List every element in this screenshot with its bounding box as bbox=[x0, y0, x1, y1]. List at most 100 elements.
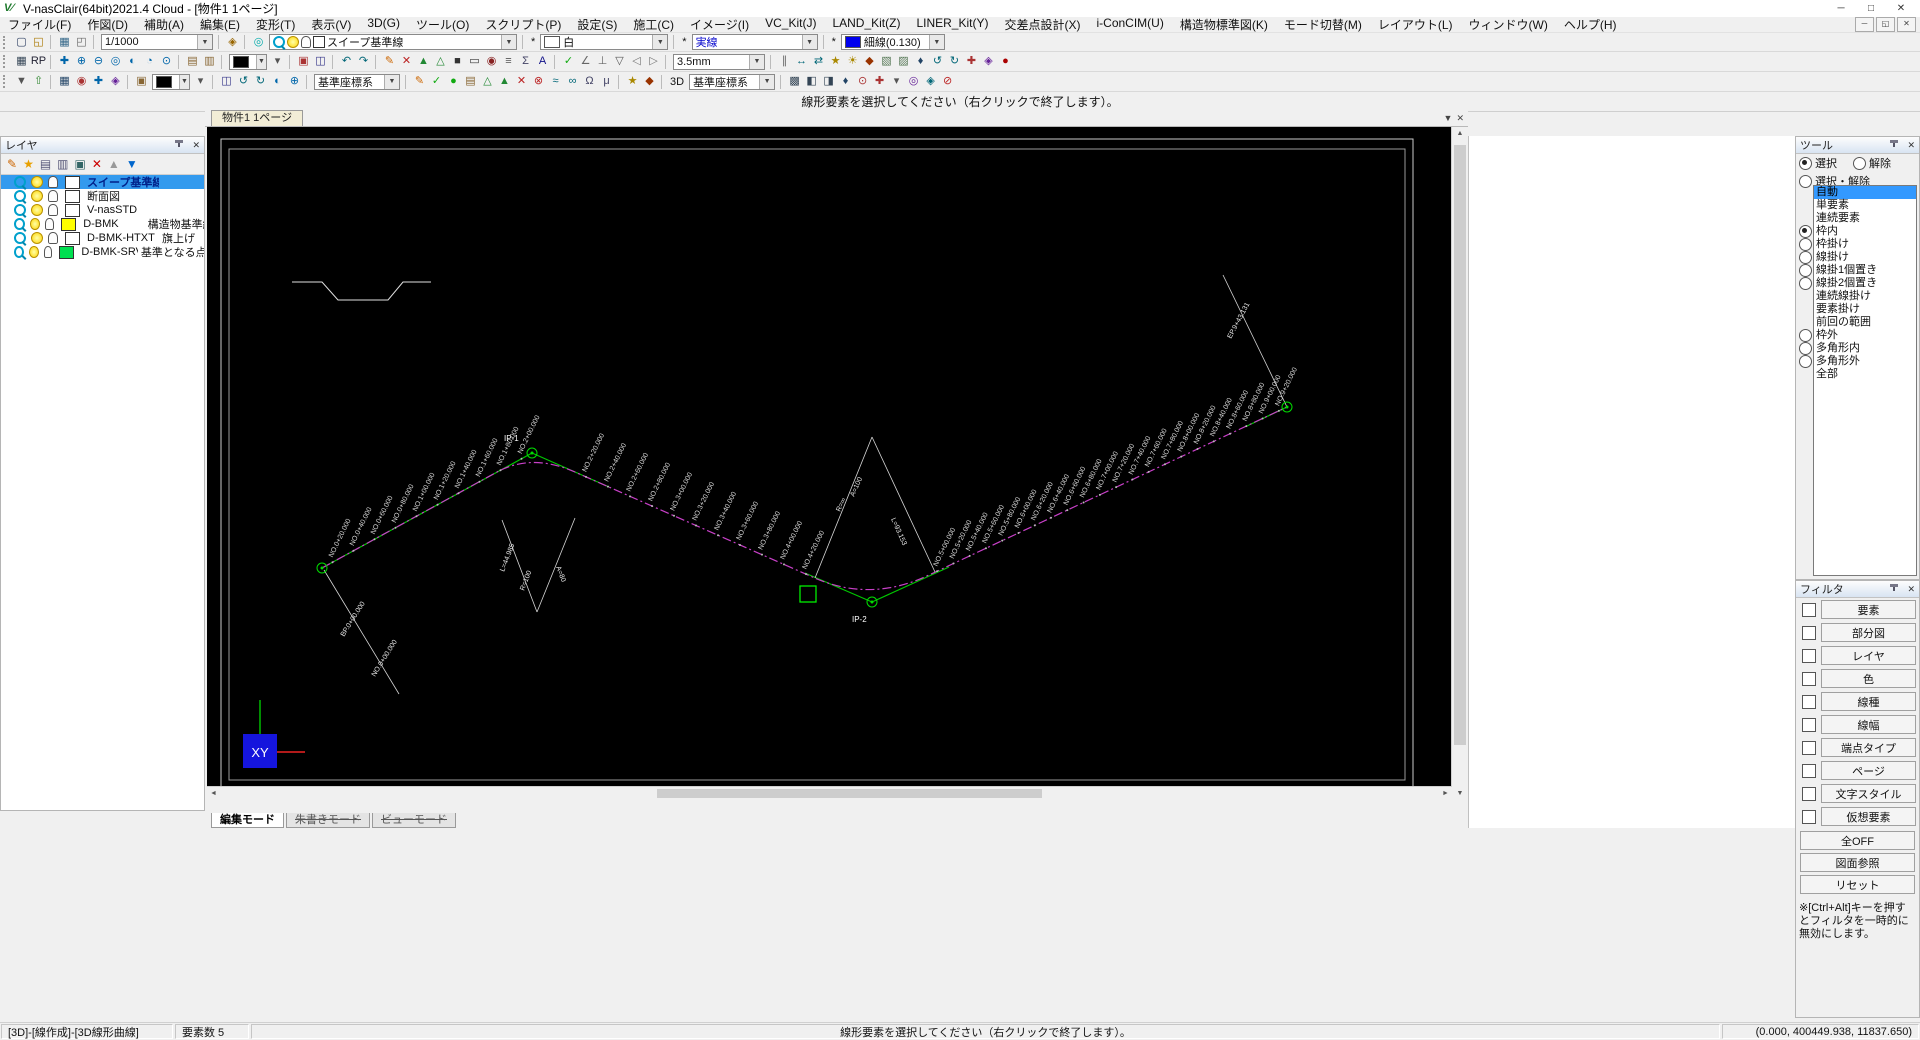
add-layer-icon[interactable]: ▤ bbox=[40, 157, 51, 171]
radio-icon[interactable] bbox=[1799, 251, 1812, 264]
checkbox[interactable] bbox=[1802, 694, 1816, 709]
toolbar-icon[interactable]: ● bbox=[997, 53, 1014, 70]
cross-section-shape[interactable] bbox=[292, 281, 431, 301]
open-file-icon[interactable]: ◱ bbox=[30, 34, 47, 51]
filter-button[interactable]: 文字スタイル bbox=[1821, 784, 1916, 803]
toolbar-icon[interactable]: ⊥ bbox=[594, 53, 611, 70]
tangent-lines[interactable] bbox=[321, 406, 1288, 603]
swatch-combo[interactable]: ▼ bbox=[229, 53, 267, 70]
edit-pencil-icon[interactable]: ✎ bbox=[7, 157, 17, 171]
toolbar-icon[interactable]: ▲ bbox=[496, 73, 513, 90]
chevron-down-icon[interactable]: ▼ bbox=[384, 74, 399, 89]
toolbar-icon[interactable]: ⇧ bbox=[30, 73, 47, 90]
print-preview-icon[interactable]: ◰ bbox=[73, 34, 90, 51]
lightbulb-icon[interactable] bbox=[31, 204, 43, 216]
selection-method-item[interactable]: 多角形内 bbox=[1814, 342, 1916, 355]
lightbulb-icon[interactable] bbox=[31, 190, 43, 202]
toolbar-icon[interactable]: ≡ bbox=[500, 53, 517, 70]
toolbar-icon[interactable]: ◫ bbox=[218, 73, 235, 90]
toolbar-icon[interactable]: ✚ bbox=[90, 73, 107, 90]
toolbar-icon[interactable]: Σ bbox=[517, 53, 534, 70]
toolbar-icon[interactable]: ✓ bbox=[560, 53, 577, 70]
toolbar-icon[interactable]: ◆ bbox=[641, 73, 658, 90]
toolbar-icon[interactable]: ★ bbox=[827, 53, 844, 70]
coord-system-1-combo[interactable]: 基準座標系 ▼ bbox=[314, 73, 400, 90]
close-button[interactable]: ✕ bbox=[1886, 1, 1916, 16]
menu-item[interactable]: LINER_Kit(Y) bbox=[908, 16, 996, 33]
checkbox[interactable] bbox=[1802, 740, 1816, 755]
selection-method-item[interactable]: 前回の範囲 bbox=[1814, 316, 1916, 329]
toolbar-icon[interactable]: ∠ bbox=[577, 53, 594, 70]
linetype-combo[interactable]: 実線 ▼ bbox=[691, 34, 818, 50]
toolbar-icon[interactable]: ⊗ bbox=[530, 73, 547, 90]
menu-item[interactable]: 補助(A) bbox=[136, 16, 192, 33]
toolbar-icon[interactable]: ◔ bbox=[141, 53, 158, 70]
toolbar-icon[interactable]: ▾ bbox=[192, 73, 209, 90]
alignment-point-markers[interactable] bbox=[316, 401, 1293, 608]
layer-settings-icon[interactable]: ◈ bbox=[224, 34, 241, 51]
filter-button[interactable]: 仮想要素 bbox=[1821, 807, 1916, 826]
toolbar-icon[interactable]: ✎ bbox=[411, 73, 428, 90]
mode-tab[interactable]: ビューモード bbox=[372, 813, 456, 828]
toolbar-icon[interactable]: ▾ bbox=[269, 53, 286, 70]
pin-icon[interactable] bbox=[174, 140, 184, 150]
filter-action-button[interactable]: 全OFF bbox=[1800, 831, 1915, 850]
filter-button[interactable]: 要素 bbox=[1821, 600, 1916, 619]
radio-icon[interactable] bbox=[1799, 342, 1812, 355]
menu-item[interactable]: 変形(T) bbox=[248, 16, 303, 33]
layer-row[interactable]: V-nasSTD bbox=[1, 203, 204, 217]
magnifier-icon[interactable] bbox=[14, 190, 26, 202]
magnifier-icon[interactable] bbox=[14, 246, 25, 258]
radio-icon[interactable] bbox=[1799, 355, 1812, 368]
chevron-down-icon[interactable]: ▼ bbox=[801, 35, 817, 49]
filter-action-button[interactable]: 図面参照 bbox=[1800, 853, 1915, 872]
toolbar-icon[interactable]: ↔ bbox=[793, 53, 810, 70]
menu-item[interactable]: 交差点設計(X) bbox=[996, 16, 1088, 33]
layer-row[interactable]: D-BMK-HTXT 旗上げ bbox=[1, 231, 204, 245]
toolbar-icon[interactable]: ▦ bbox=[56, 73, 73, 90]
swatch-combo[interactable]: ▼ bbox=[152, 73, 190, 90]
toolbar-icon[interactable]: ▲ bbox=[415, 53, 432, 70]
menu-item[interactable]: i-ConCIM(U) bbox=[1088, 16, 1171, 33]
filter-button[interactable]: 線幅 bbox=[1821, 715, 1916, 734]
radio-icon[interactable] bbox=[1799, 238, 1812, 251]
checkbox[interactable] bbox=[1802, 717, 1816, 732]
chevron-down-icon[interactable]: ▼ bbox=[197, 35, 212, 49]
toolbar-icon[interactable]: △ bbox=[432, 53, 449, 70]
chevron-down-icon[interactable]: ▼ bbox=[256, 54, 266, 69]
toolbar-icon[interactable]: ⊕ bbox=[286, 73, 303, 90]
menu-item[interactable]: 編集(E) bbox=[192, 16, 248, 33]
toolbar-icon[interactable]: ↶ bbox=[338, 53, 355, 70]
magnifier-icon[interactable] bbox=[14, 204, 26, 216]
print-icon[interactable]: ▦ bbox=[56, 34, 73, 51]
magnifier-icon[interactable] bbox=[14, 176, 26, 188]
lightbulb-icon[interactable] bbox=[29, 218, 41, 230]
horizontal-scroll-thumb[interactable] bbox=[657, 789, 1042, 798]
toolbar-icon[interactable]: ∞ bbox=[564, 73, 581, 90]
pin-icon[interactable] bbox=[1889, 140, 1899, 150]
chevron-down-icon[interactable]: ▼ bbox=[179, 74, 189, 89]
chevron-down-icon[interactable]: ▼ bbox=[749, 54, 764, 69]
toolbar-icon[interactable]: ◉ bbox=[483, 53, 500, 70]
filter-button[interactable]: 色 bbox=[1821, 669, 1916, 688]
scroll-up-icon[interactable]: ▲ bbox=[1452, 127, 1468, 140]
toolbar-icon[interactable]: ▦ bbox=[13, 53, 30, 70]
layer-row[interactable]: D-BMK構造物基準線 bbox=[1, 217, 204, 231]
hand-icon[interactable] bbox=[48, 176, 58, 188]
toolbar-icon[interactable]: ◧ bbox=[803, 73, 820, 90]
toolbar-icon[interactable]: ✚ bbox=[871, 73, 888, 90]
menu-item[interactable]: ヘルプ(H) bbox=[1556, 16, 1625, 33]
toolbar-icon[interactable]: ♦ bbox=[912, 53, 929, 70]
selection-method-item[interactable]: 全部 bbox=[1814, 368, 1916, 381]
radio-option[interactable]: 解除 bbox=[1853, 155, 1891, 171]
vertical-scrollbar[interactable]: ▲ ▼ bbox=[1451, 127, 1468, 800]
toolbar-icon[interactable]: μ bbox=[598, 73, 615, 90]
menu-item[interactable]: LAND_Kit(Z) bbox=[824, 16, 908, 33]
close-icon[interactable]: ✕ bbox=[192, 140, 200, 151]
checkbox[interactable] bbox=[1802, 648, 1816, 663]
vertical-scroll-thumb[interactable] bbox=[1454, 145, 1466, 745]
menu-item[interactable]: 3D(G) bbox=[359, 16, 408, 33]
document-tab[interactable]: 物件1 1ページ bbox=[211, 110, 304, 126]
hand-icon[interactable] bbox=[45, 218, 55, 230]
chevron-down-icon[interactable]: ▼ bbox=[759, 74, 775, 89]
